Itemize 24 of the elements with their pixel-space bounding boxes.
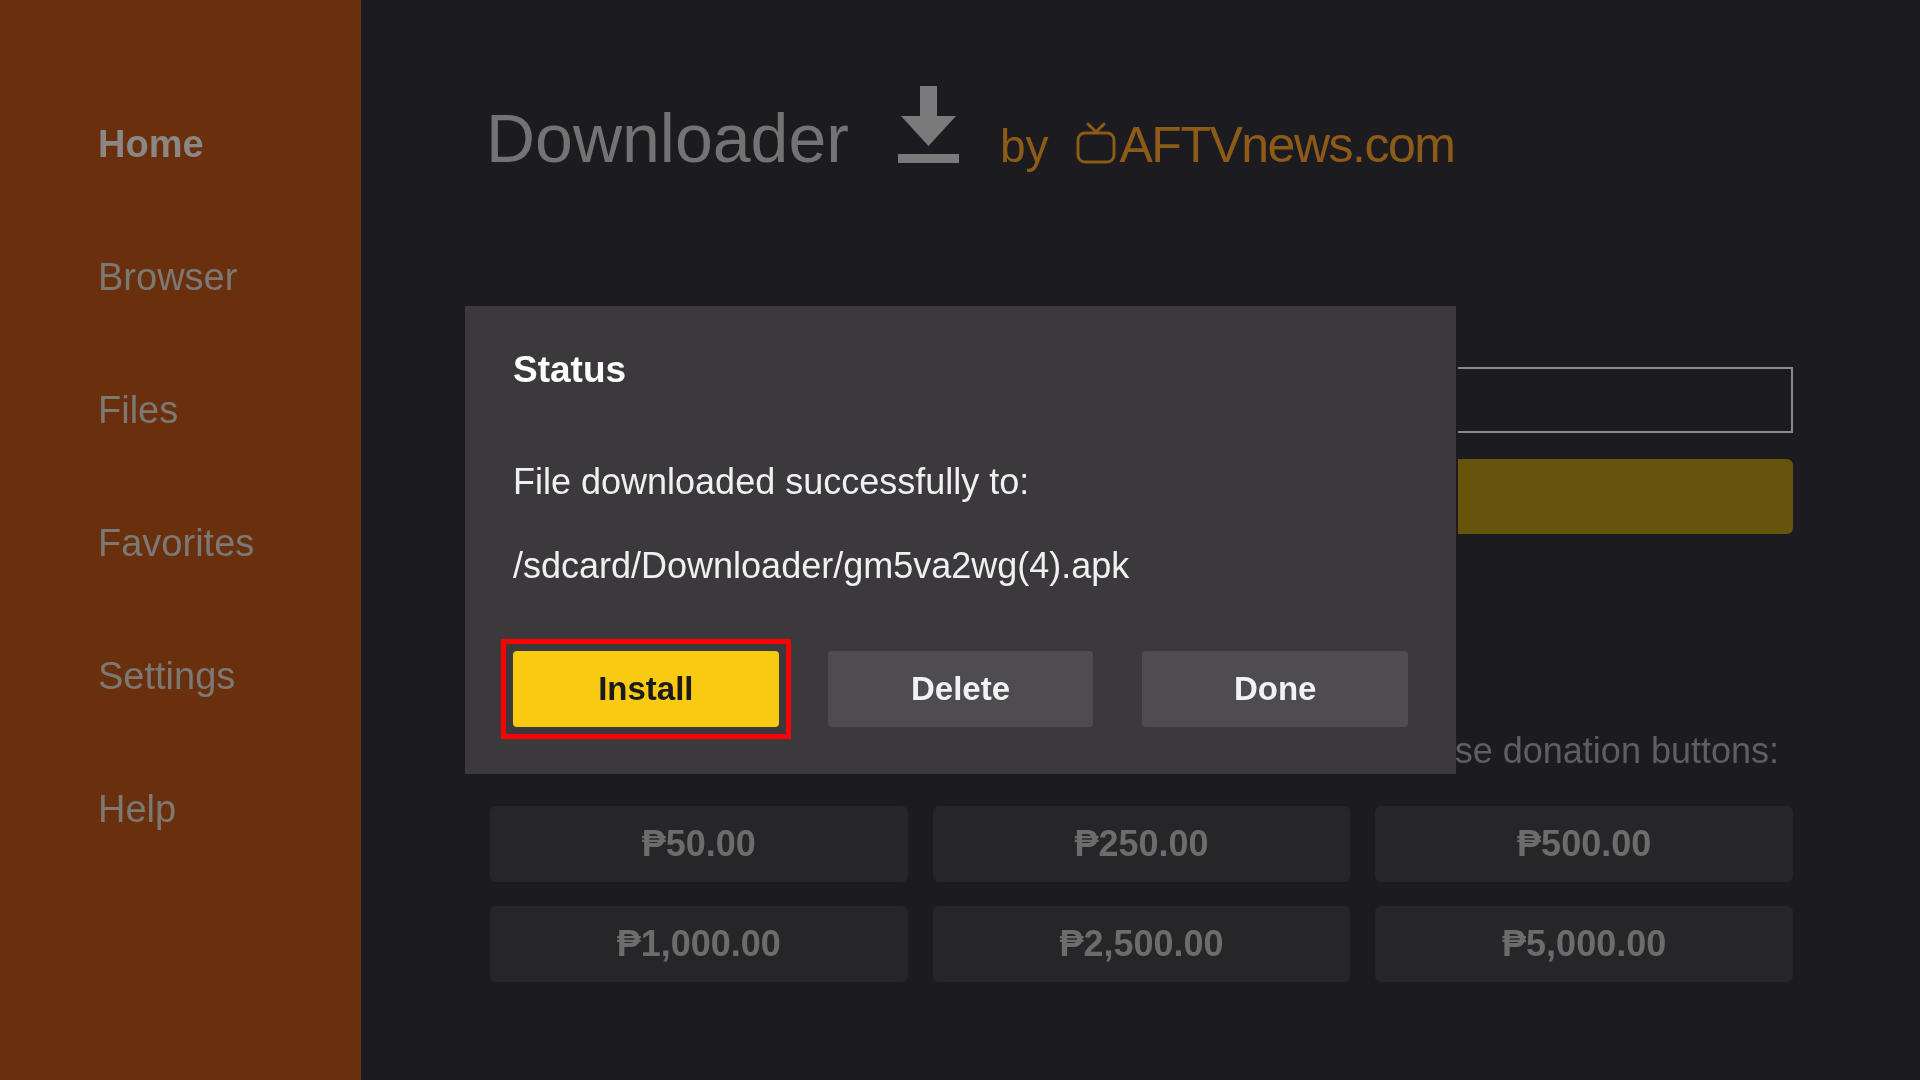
donation-button[interactable]: ₱5,000.00 (1375, 906, 1793, 982)
dialog-button[interactable]: Done (1142, 651, 1408, 727)
dialog-title: Status (513, 348, 627, 392)
dialog-message: File downloaded successfully to: (513, 460, 1030, 504)
sidebar-item[interactable]: Favorites (98, 519, 255, 566)
sidebar-item[interactable]: Help (98, 785, 177, 832)
donation-button[interactable]: ₱50.00 (490, 806, 908, 882)
donation-prompt: se donation buttons: (1454, 730, 1779, 771)
donation-button[interactable]: ₱1,000.00 (490, 906, 908, 982)
app-title: Downloader (486, 104, 849, 172)
donation-button[interactable]: ₱250.00 (932, 806, 1351, 882)
sidebar-item[interactable]: Home (98, 120, 204, 167)
dialog-button[interactable]: Delete (827, 651, 1094, 727)
file-path: /sdcard/Downloader/gm5va2wg(4).apk (513, 544, 1130, 588)
tv-icon (1076, 122, 1117, 164)
donation-button[interactable]: ₱500.00 (1375, 806, 1793, 882)
download-icon (897, 86, 959, 163)
sidebar-item[interactable]: Settings (98, 652, 236, 699)
sidebar-item[interactable]: Browser (98, 253, 238, 300)
sidebar-item[interactable]: Files (98, 386, 179, 433)
brand-logo-text: AFTVnews.com (1119, 120, 1455, 170)
dialog-button[interactable]: Install (513, 651, 779, 727)
donation-button[interactable]: ₱2,500.00 (932, 906, 1351, 982)
input-field[interactable] (1458, 367, 1793, 433)
